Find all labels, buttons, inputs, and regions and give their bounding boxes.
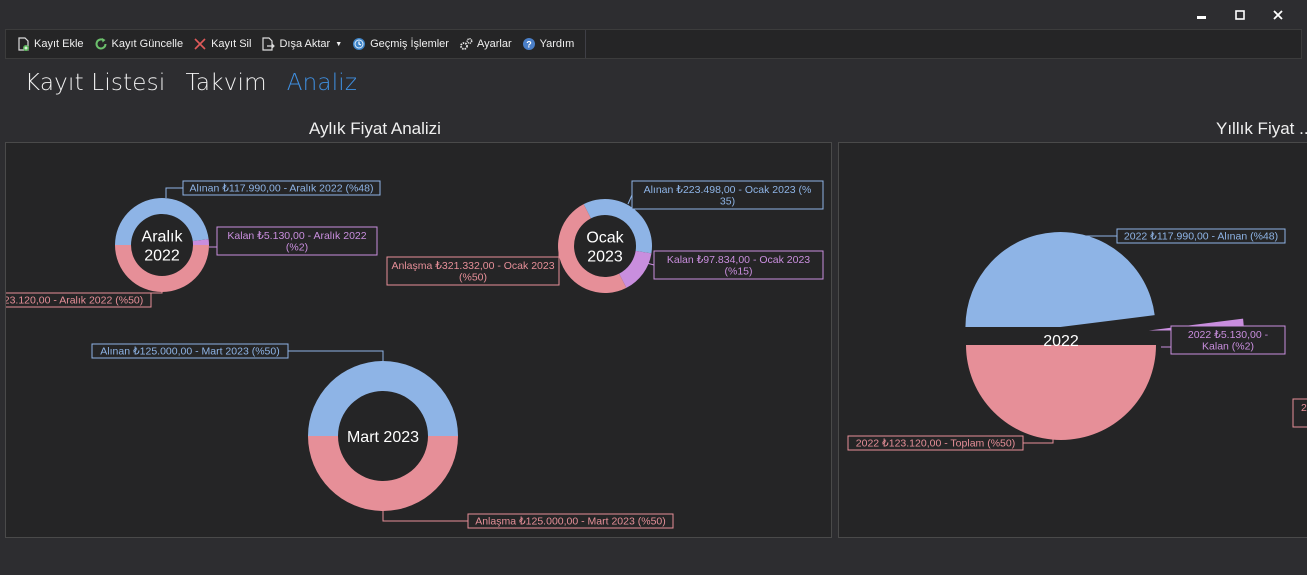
callout-kalan-text: (%15) bbox=[724, 265, 752, 277]
maximize-button[interactable] bbox=[1221, 4, 1259, 26]
tab-analysis[interactable]: Analiz bbox=[287, 70, 357, 96]
export-button[interactable]: Dışa Aktar ▼ bbox=[256, 30, 347, 58]
callout-anlasma-text: (%50) bbox=[459, 271, 487, 283]
callout-kalan-text: 2022 ₺5.130,00 - bbox=[1188, 329, 1269, 341]
yearly-chart-title: Yıllık Fiyat ... bbox=[1216, 119, 1307, 138]
callout-kalan-text: Kalan (%2) bbox=[1202, 340, 1254, 352]
slice-alınan bbox=[965, 232, 1155, 328]
svg-text:?: ? bbox=[526, 40, 532, 50]
export-label: Dışa Aktar bbox=[279, 38, 331, 50]
yearly-chart: 2022 2022 ₺117.990,00 - Alınan (%48) 2022 … bbox=[847, 228, 1307, 451]
donut-center-label: Mart 2023 bbox=[347, 429, 419, 446]
callout-anlasma-leader bbox=[382, 511, 468, 522]
donut-center-label: 2022 bbox=[144, 247, 180, 264]
callout-alinan-leader bbox=[165, 187, 183, 198]
callout-anlasma-text: Anlaşma ₺321.332,00 - Ocak 2023 bbox=[391, 260, 554, 272]
close-icon bbox=[1273, 10, 1283, 20]
slice-anlaşma bbox=[308, 436, 458, 511]
slice-toplam bbox=[966, 345, 1156, 440]
add-record-button[interactable]: Kayıt Ekle bbox=[11, 30, 89, 58]
tab-calendar[interactable]: Takvim bbox=[185, 70, 266, 96]
monthly-chart: Aralık 2022 Alınan ₺117.990,00 - Aralık 20… bbox=[6, 180, 824, 529]
donut-center-label: Ocak bbox=[586, 229, 624, 246]
callout-alinan-text: 35) bbox=[720, 195, 735, 207]
add-record-icon bbox=[16, 37, 30, 51]
history-label: Geçmiş İşlemler bbox=[370, 38, 449, 50]
callout-alinan-leader bbox=[288, 350, 384, 361]
partial-callout-text: 2 bbox=[1301, 402, 1307, 414]
history-icon bbox=[352, 37, 366, 51]
help-button[interactable]: ? Yardım bbox=[517, 30, 580, 58]
callout-kalan-text: (%2) bbox=[286, 241, 308, 253]
help-label: Yardım bbox=[539, 38, 575, 50]
window-controls bbox=[1183, 4, 1297, 26]
settings-label: Ayarlar bbox=[476, 38, 512, 50]
minimize-button[interactable] bbox=[1183, 4, 1221, 26]
monthly-chart-title: Aylık Fiyat Analizi bbox=[309, 119, 441, 138]
donut-center-label: Aralık bbox=[142, 228, 184, 245]
maximize-icon bbox=[1235, 10, 1245, 20]
update-record-button[interactable]: Kayıt Güncelle bbox=[89, 30, 189, 58]
donut-center-label: 2023 bbox=[587, 248, 623, 265]
toolbar-group: Kayıt Ekle Kayıt Güncelle Kayıt Sil Dışa… bbox=[11, 30, 587, 58]
yearly-chart-panel: 2022 2022 ₺117.990,00 - Alınan (%48) 2022 … bbox=[838, 142, 1307, 538]
callout-alinan-text: 2022 ₺117.990,00 - Alınan (%48) bbox=[1124, 231, 1278, 243]
slice-kalan bbox=[619, 250, 652, 288]
delete-record-button[interactable]: Kayıt Sil bbox=[188, 30, 256, 58]
delete-icon bbox=[193, 37, 207, 51]
help-icon: ? bbox=[522, 37, 536, 51]
callout-alinan-text: Alınan ₺223.498,00 - Ocak 2023 (% bbox=[644, 184, 812, 196]
callout-anlasma-text: Anlaşma ₺125.000,00 - Mart 2023 (%50) bbox=[475, 516, 666, 528]
callout-alinan-text: Alınan ₺117.990,00 - Aralık 2022 (%48) bbox=[190, 183, 374, 195]
export-icon bbox=[261, 37, 276, 51]
delete-record-label: Kayıt Sil bbox=[211, 38, 252, 50]
chevron-down-icon: ▼ bbox=[335, 40, 343, 48]
callout-kalan-text: Kalan ₺97.834,00 - Ocak 2023 bbox=[667, 254, 810, 266]
callout-alinan-leader bbox=[627, 194, 633, 205]
toolbar: Kayıt Ekle Kayıt Güncelle Kayıt Sil Dışa… bbox=[5, 29, 1302, 59]
settings-icon bbox=[459, 37, 473, 51]
tab-record-list[interactable]: Kayıt Listesi bbox=[25, 70, 165, 96]
refresh-icon bbox=[94, 37, 108, 51]
callout-alinan-text: Alınan ₺125.000,00 - Mart 2023 (%50) bbox=[100, 346, 279, 358]
view-tabs: Kayıt Listesi Takvim Analiz bbox=[25, 70, 357, 96]
callout-anlasma-text: 2022 ₺123.120,00 - Toplam (%50) bbox=[856, 438, 1015, 450]
callout-anlasma-text: 23.120,00 - Aralık 2022 (%50) bbox=[6, 295, 143, 307]
pie-center-label: 2022 bbox=[1043, 333, 1079, 350]
update-record-label: Kayıt Güncelle bbox=[111, 38, 184, 50]
history-button[interactable]: Geçmiş İşlemler bbox=[347, 30, 454, 58]
slice-alınan bbox=[308, 361, 458, 436]
settings-button[interactable]: Ayarlar bbox=[454, 30, 517, 58]
minimize-icon bbox=[1197, 16, 1206, 19]
callout-anlasma-leader bbox=[151, 292, 163, 294]
close-button[interactable] bbox=[1259, 4, 1297, 26]
add-record-label: Kayıt Ekle bbox=[34, 38, 84, 50]
monthly-chart-panel: Aralık 2022 Alınan ₺117.990,00 - Aralık 20… bbox=[5, 142, 832, 538]
callout-kalan-text: Kalan ₺5.130,00 - Aralık 2022 bbox=[227, 230, 366, 242]
